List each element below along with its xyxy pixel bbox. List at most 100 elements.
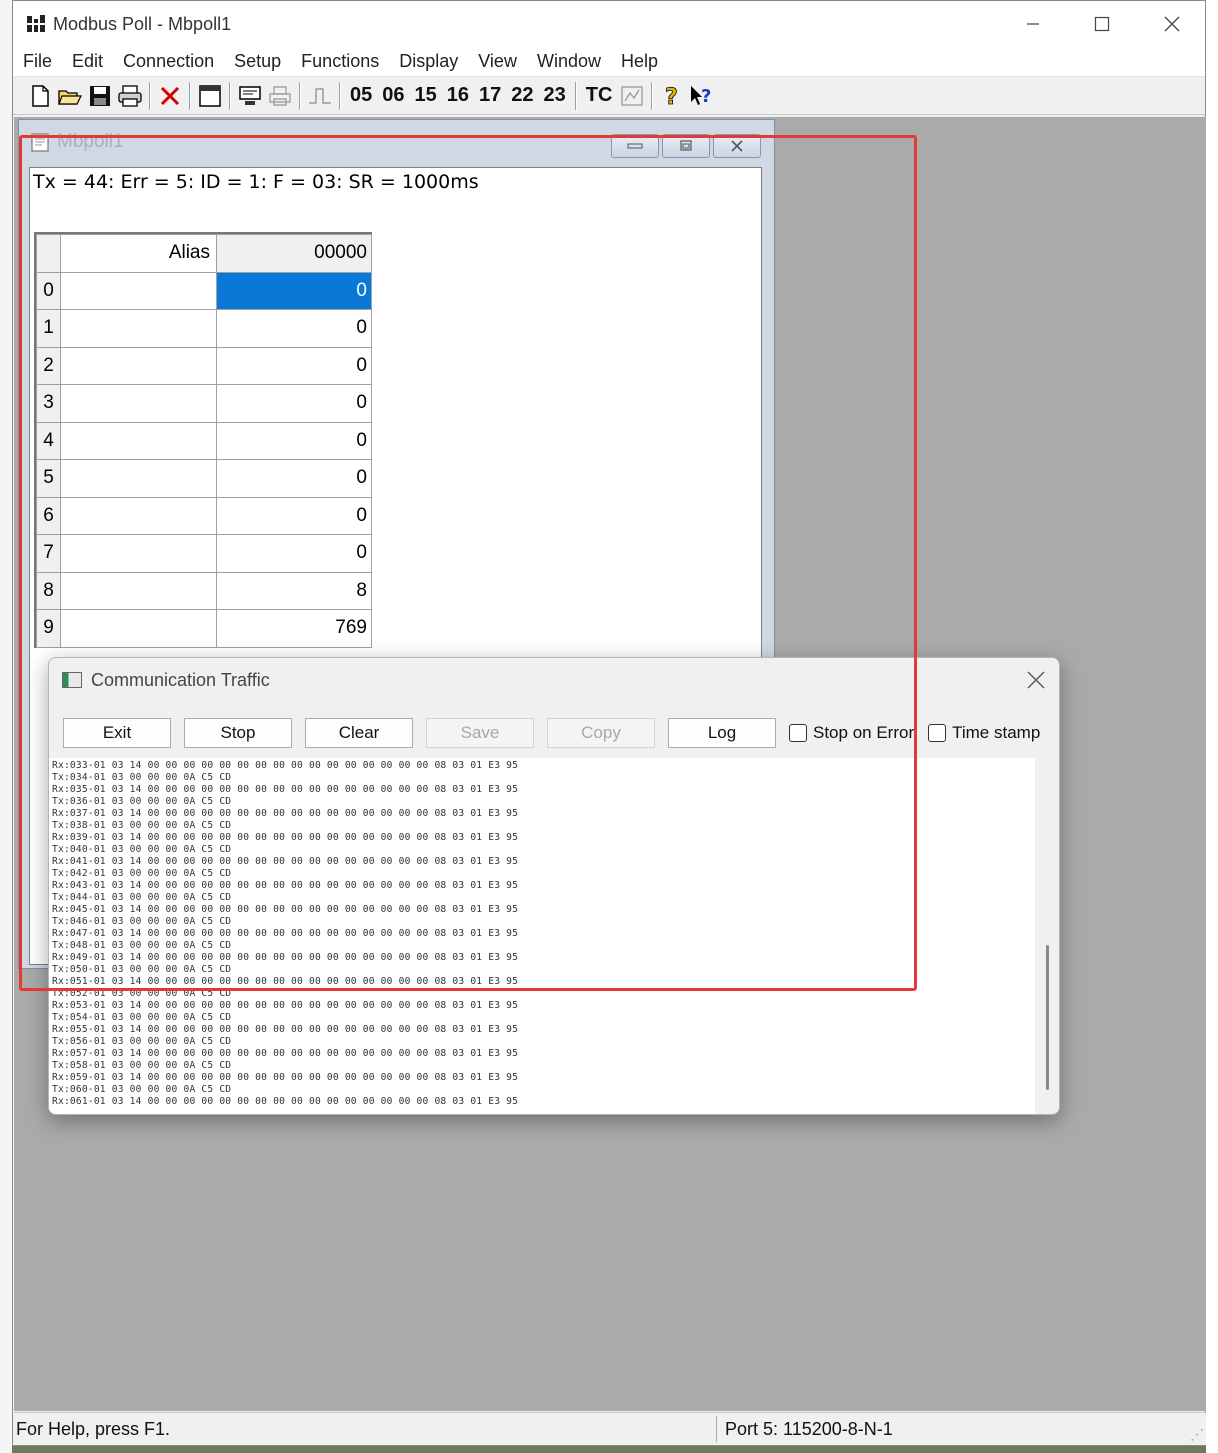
row-index[interactable]: 5 bbox=[36, 459, 61, 498]
function-16-button[interactable]: 16 bbox=[442, 84, 474, 107]
resize-grip-icon[interactable]: ⋰ bbox=[1190, 1426, 1204, 1443]
alias-cell[interactable] bbox=[60, 496, 217, 535]
column-header-address[interactable]: 00000 bbox=[216, 234, 372, 273]
alias-cell[interactable] bbox=[60, 346, 217, 385]
app-logo-icon bbox=[26, 15, 46, 32]
traffic-title: Communication Traffic bbox=[91, 669, 270, 690]
child-title-bar[interactable]: Mbpoll1 bbox=[19, 120, 774, 164]
traffic-log-line: Rx:051-01 03 14 00 00 00 00 00 00 00 00 … bbox=[52, 976, 519, 987]
alias-cell[interactable] bbox=[60, 421, 217, 460]
value-cell[interactable]: 0 bbox=[216, 309, 372, 348]
value-cell[interactable]: 0 bbox=[216, 534, 372, 573]
title-bar[interactable]: Modbus Poll - Mbpoll1 bbox=[13, 1, 1205, 47]
time-stamp-checkbox[interactable]: Time stamp bbox=[928, 723, 1040, 743]
save-log-button[interactable]: Save bbox=[426, 718, 534, 748]
print-button[interactable] bbox=[115, 80, 145, 112]
document-icon bbox=[31, 133, 49, 152]
menu-help[interactable]: Help bbox=[611, 51, 668, 72]
stop-button[interactable]: Stop bbox=[184, 718, 292, 748]
traffic-window-icon bbox=[62, 672, 82, 688]
clear-button[interactable]: Clear bbox=[305, 718, 413, 748]
status-bar: For Help, press F1. Port 5: 115200-8-N-1… bbox=[14, 1412, 1206, 1445]
traffic-log[interactable]: Rx:033-01 03 14 00 00 00 00 00 00 00 00 … bbox=[49, 758, 1035, 1114]
function-06-button[interactable]: 06 bbox=[377, 84, 409, 107]
toolbar-separator bbox=[651, 81, 654, 110]
alias-cell[interactable] bbox=[60, 271, 217, 310]
alias-cell[interactable] bbox=[60, 459, 217, 498]
read-write-button[interactable] bbox=[235, 80, 265, 112]
close-icon[interactable] bbox=[1027, 671, 1045, 689]
help-button[interactable]: ? bbox=[657, 80, 687, 112]
alias-cell[interactable] bbox=[60, 534, 217, 573]
row-index[interactable]: 0 bbox=[36, 271, 61, 310]
stop-on-error-checkbox[interactable]: Stop on Error bbox=[789, 723, 914, 743]
new-button[interactable] bbox=[25, 80, 55, 112]
minimize-button[interactable] bbox=[998, 1, 1068, 47]
alias-cell[interactable] bbox=[60, 384, 217, 423]
open-folder-icon bbox=[58, 89, 82, 105]
traffic-log-line: Rx:039-01 03 14 00 00 00 00 00 00 00 00 … bbox=[52, 832, 519, 843]
red-x-icon bbox=[160, 86, 180, 105]
alias-cell[interactable] bbox=[60, 571, 217, 610]
exit-button[interactable]: Exit bbox=[63, 718, 171, 748]
menu-display[interactable]: Display bbox=[389, 51, 468, 72]
traffic-title-bar[interactable]: Communication Traffic bbox=[49, 658, 1059, 702]
log-button[interactable]: Log bbox=[668, 718, 776, 748]
row-index[interactable]: 9 bbox=[36, 609, 61, 648]
checkbox-box[interactable] bbox=[789, 724, 807, 742]
function-15-button[interactable]: 15 bbox=[410, 84, 442, 107]
value-cell[interactable]: 0 bbox=[216, 271, 372, 310]
value-cell[interactable]: 8 bbox=[216, 571, 372, 610]
function-17-button[interactable]: 17 bbox=[474, 84, 506, 107]
save-disk-icon bbox=[90, 85, 110, 106]
row-index[interactable]: 1 bbox=[36, 309, 61, 348]
value-cell[interactable]: 0 bbox=[216, 496, 372, 535]
value-cell[interactable]: 0 bbox=[216, 346, 372, 385]
function-05-button[interactable]: 05 bbox=[345, 84, 377, 107]
alias-cell[interactable] bbox=[60, 609, 217, 648]
minimize-icon bbox=[1027, 23, 1039, 25]
menu-connection[interactable]: Connection bbox=[113, 51, 224, 72]
menu-setup[interactable]: Setup bbox=[224, 51, 291, 72]
menu-view[interactable]: View bbox=[468, 51, 527, 72]
checkbox-box[interactable] bbox=[928, 724, 947, 742]
function-22-button[interactable]: 22 bbox=[506, 84, 538, 107]
traffic-scrollbar[interactable] bbox=[1046, 945, 1049, 1090]
pulse-button[interactable] bbox=[305, 80, 335, 112]
tc-button[interactable]: TC bbox=[581, 84, 618, 107]
row-index[interactable]: 6 bbox=[36, 496, 61, 535]
save-button[interactable] bbox=[85, 80, 115, 112]
value-cell[interactable]: 769 bbox=[216, 609, 372, 648]
row-index[interactable]: 7 bbox=[36, 534, 61, 573]
value-cell[interactable]: 0 bbox=[216, 459, 372, 498]
row-index[interactable]: 8 bbox=[36, 571, 61, 610]
print-preview-button[interactable] bbox=[265, 80, 295, 112]
alias-cell[interactable] bbox=[60, 309, 217, 348]
traffic-log-line: Rx:043-01 03 14 00 00 00 00 00 00 00 00 … bbox=[52, 880, 519, 891]
open-button[interactable] bbox=[55, 80, 85, 112]
window-button[interactable] bbox=[195, 80, 225, 112]
traffic-button[interactable] bbox=[617, 80, 647, 112]
row-index[interactable]: 4 bbox=[36, 421, 61, 460]
child-minimize-button[interactable] bbox=[611, 134, 659, 158]
child-window-title: Mbpoll1 bbox=[57, 131, 124, 152]
child-close-button[interactable] bbox=[713, 134, 761, 158]
function-23-button[interactable]: 23 bbox=[539, 84, 571, 107]
value-cell[interactable]: 0 bbox=[216, 421, 372, 460]
value-cell[interactable]: 0 bbox=[216, 384, 372, 423]
row-index[interactable]: 3 bbox=[36, 384, 61, 423]
traffic-log-line: Rx:057-01 03 14 00 00 00 00 00 00 00 00 … bbox=[52, 1048, 519, 1059]
menu-window[interactable]: Window bbox=[527, 51, 611, 72]
menu-edit[interactable]: Edit bbox=[62, 51, 113, 72]
traffic-log-line: Tx:054-01 03 00 00 00 0A C5 CD bbox=[52, 1012, 232, 1023]
child-restore-button[interactable] bbox=[662, 134, 710, 158]
menu-file[interactable]: File bbox=[13, 51, 62, 72]
maximize-button[interactable] bbox=[1067, 1, 1137, 47]
menu-functions[interactable]: Functions bbox=[291, 51, 389, 72]
disconnect-button[interactable] bbox=[155, 80, 185, 112]
row-index[interactable]: 2 bbox=[36, 346, 61, 385]
copy-button[interactable]: Copy bbox=[547, 718, 655, 748]
close-button[interactable] bbox=[1137, 1, 1207, 47]
context-help-button[interactable]: ? bbox=[687, 80, 717, 112]
column-header-alias[interactable]: Alias bbox=[60, 234, 217, 273]
